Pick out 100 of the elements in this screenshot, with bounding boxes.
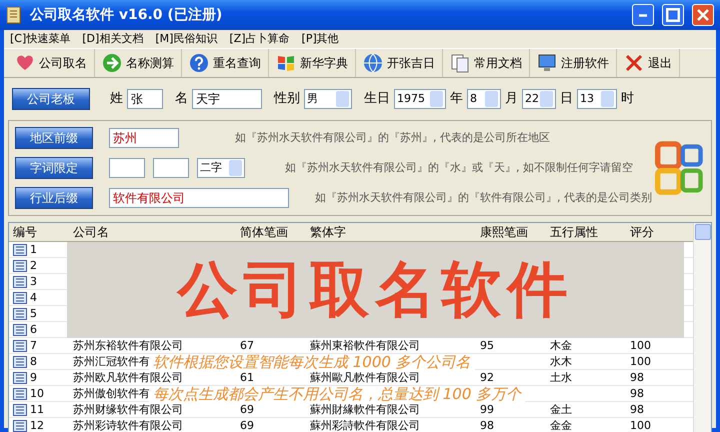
heart-icon bbox=[15, 53, 35, 73]
four-squares-icon bbox=[276, 53, 296, 73]
table-cell: 98 bbox=[630, 386, 644, 400]
squares-logo-icon bbox=[655, 140, 705, 196]
dropdown[interactable]: 1975 bbox=[394, 89, 446, 109]
hint-text: 如『苏州水天软件有限公司』的『水』或『天』, 如不限制任何字请留空 bbox=[285, 161, 633, 175]
unit-label: 月 bbox=[505, 91, 518, 107]
minimize-button[interactable] bbox=[632, 4, 654, 26]
scrollbar[interactable] bbox=[693, 223, 711, 432]
table-cell: 12 bbox=[30, 418, 44, 432]
documents-icon bbox=[450, 53, 470, 73]
list-row-icon bbox=[13, 324, 27, 336]
menu-item[interactable]: [M]民俗知识 bbox=[155, 32, 218, 46]
table-cell: 69 bbox=[240, 402, 254, 416]
hint-text: 如『苏州水天软件有限公司』的『苏州』, 代表的是公司所在地区 bbox=[235, 131, 550, 145]
table-cell: 蘇州東裕軟件有限公司 bbox=[310, 338, 420, 352]
table-cell: 土水 bbox=[550, 370, 572, 384]
list-row-icon bbox=[13, 308, 27, 320]
maximize-icon bbox=[666, 8, 680, 22]
help-icon bbox=[189, 53, 209, 73]
text-field[interactable] bbox=[109, 158, 145, 178]
text-field[interactable]: 张 bbox=[127, 89, 163, 109]
table-cell: 4 bbox=[30, 290, 37, 304]
column-header[interactable]: 繁体字 bbox=[304, 224, 474, 240]
app-icon bbox=[6, 6, 22, 24]
table-cell: 8 bbox=[30, 354, 37, 368]
toolbar-button[interactable]: 开张吉日 bbox=[356, 49, 443, 77]
toolbar-button[interactable]: 名称测算 bbox=[95, 49, 182, 77]
text-field[interactable]: 苏州 bbox=[109, 128, 179, 148]
table-cell: 苏州傲创软件有 bbox=[73, 386, 150, 400]
table-cell: 98 bbox=[630, 402, 644, 416]
field-label: 性别 bbox=[274, 91, 300, 107]
table-cell: 5 bbox=[30, 306, 37, 320]
dropdown[interactable]: 8 bbox=[467, 89, 501, 109]
naming-button[interactable]: 字词限定 bbox=[15, 157, 93, 179]
table-cell: 11 bbox=[30, 402, 44, 416]
dropdown[interactable]: 二字 bbox=[197, 158, 245, 178]
naming-button[interactable]: 行业后缀 bbox=[15, 187, 93, 209]
list-row-icon bbox=[13, 260, 27, 272]
scroll-up-button[interactable] bbox=[695, 224, 711, 240]
menu-item[interactable]: [D]相关文档 bbox=[82, 32, 144, 46]
table-cell: 苏州东裕软件有限公司 bbox=[73, 338, 183, 352]
monitor-icon bbox=[537, 53, 557, 73]
toolbar-button[interactable]: 重名查询 bbox=[182, 49, 269, 77]
table-cell: 3 bbox=[30, 274, 37, 288]
table-cell: 100 bbox=[630, 354, 651, 368]
table-cell: 苏州汇冠软件有 bbox=[73, 354, 150, 368]
column-header[interactable]: 评分 bbox=[624, 224, 679, 240]
menu-item[interactable]: [Z]占卜算命 bbox=[229, 32, 290, 46]
list-row-icon bbox=[13, 276, 27, 288]
table-cell: 9 bbox=[30, 370, 37, 384]
owner-button[interactable]: 公司老板 bbox=[12, 88, 90, 110]
table-cell: 1 bbox=[30, 242, 37, 256]
list-row-icon bbox=[13, 356, 27, 368]
table-cell: 6 bbox=[30, 322, 37, 336]
promo-title: 公司取名软件 bbox=[178, 260, 574, 320]
table-cell: 100 bbox=[630, 418, 651, 432]
column-header[interactable]: 五行属性 bbox=[544, 224, 624, 240]
column-header[interactable]: 编号 bbox=[9, 224, 67, 240]
field-label: 生日 bbox=[364, 91, 390, 107]
menu-item[interactable]: [C]快速菜单 bbox=[10, 32, 70, 46]
text-field[interactable]: 天宇 bbox=[192, 89, 262, 109]
table-cell: 95 bbox=[480, 338, 494, 352]
hint-text: 如『苏州水天软件有限公司』的『软件有限公司』, 代表的是公司类别 bbox=[315, 191, 652, 205]
field-label: 姓 bbox=[110, 91, 123, 107]
dropdown[interactable]: 13 bbox=[577, 89, 617, 109]
toolbar-button[interactable]: 常用文档 bbox=[443, 49, 530, 77]
table-cell: 苏州欧凡软件有限公司 bbox=[73, 370, 183, 384]
text-field[interactable] bbox=[153, 158, 189, 178]
table-cell: 苏州彩诗软件有限公司 bbox=[73, 418, 183, 432]
list-row-icon bbox=[13, 292, 27, 304]
list-row-icon bbox=[13, 420, 27, 432]
minimize-icon bbox=[638, 14, 648, 16]
naming-button[interactable]: 地区前缀 bbox=[15, 127, 93, 149]
text-field[interactable]: 软件有限公司 bbox=[109, 188, 289, 208]
table-cell: 98 bbox=[480, 418, 494, 432]
toolbar-button[interactable]: 注册软件 bbox=[530, 49, 617, 77]
menu-item[interactable]: [P]其他 bbox=[302, 32, 339, 46]
table-cell: 蘇州歐凡軟件有限公司 bbox=[310, 370, 420, 384]
table-cell: 蘇州財緣軟件有限公司 bbox=[310, 402, 420, 416]
table-cell: 67 bbox=[240, 338, 254, 352]
toolbar-button[interactable]: 退出 bbox=[617, 49, 680, 77]
list-row-icon bbox=[13, 388, 27, 400]
field-label: 名 bbox=[175, 91, 188, 107]
close-icon bbox=[697, 9, 709, 21]
column-header[interactable]: 康熙笔画 bbox=[474, 224, 544, 240]
column-header[interactable]: 简体笔画 bbox=[234, 224, 304, 240]
column-header[interactable]: 公司名 bbox=[67, 224, 234, 240]
table-cell: 木金 bbox=[550, 338, 572, 352]
dropdown[interactable]: 男 bbox=[304, 89, 352, 109]
close-button[interactable] bbox=[692, 4, 714, 26]
unit-label: 日 bbox=[560, 91, 573, 107]
table-cell: 98 bbox=[630, 370, 644, 384]
toolbar-button[interactable]: 新华字典 bbox=[269, 49, 356, 77]
dropdown[interactable]: 22 bbox=[522, 89, 556, 109]
list-row-icon bbox=[13, 340, 27, 352]
table-cell: 金金 bbox=[550, 418, 572, 432]
maximize-button[interactable] bbox=[662, 4, 684, 26]
toolbar-button[interactable]: 公司取名 bbox=[8, 49, 95, 77]
table-cell: 69 bbox=[240, 418, 254, 432]
